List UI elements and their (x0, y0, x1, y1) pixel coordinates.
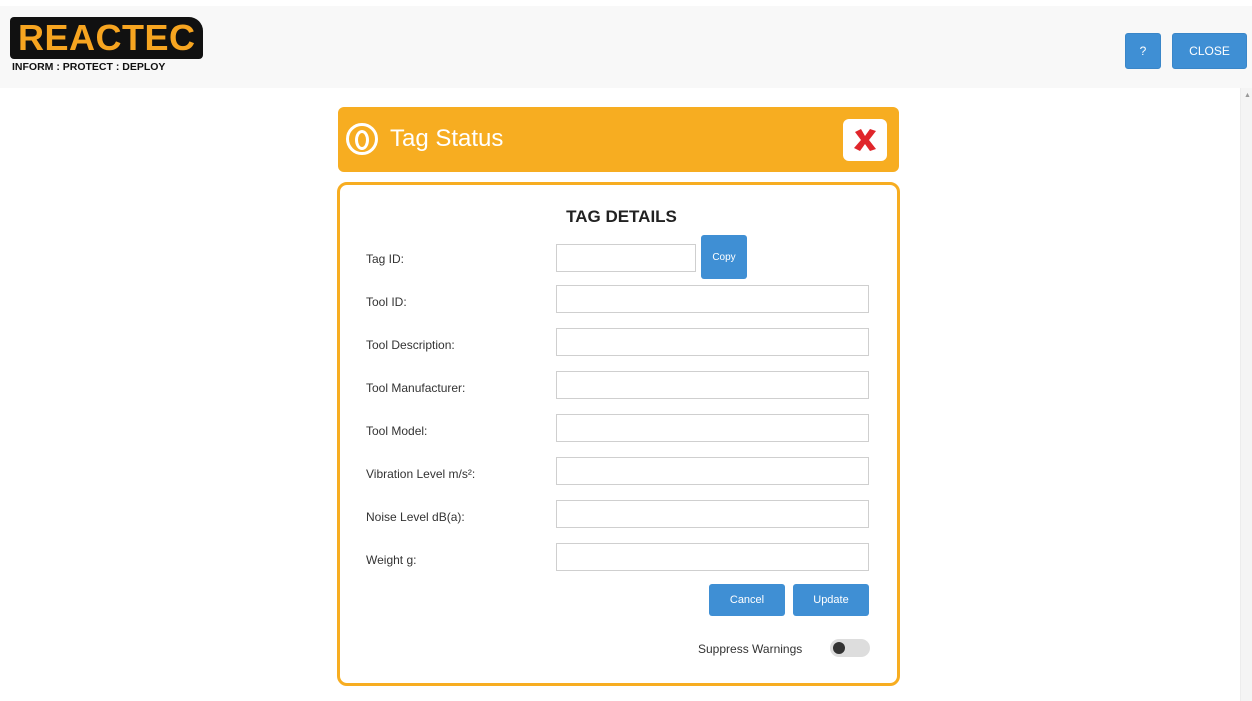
top-bar: REACTEC INFORM : PROTECT : DEPLOY ? CLOS… (0, 6, 1252, 88)
vibration-level-label: Vibration Level m/s²: (366, 467, 476, 481)
tool-model-input[interactable] (556, 414, 869, 442)
cancel-button[interactable]: Cancel (709, 584, 785, 616)
tool-manufacturer-input[interactable] (556, 371, 869, 399)
tag-status-header: Tag Status (338, 107, 899, 172)
suppress-warnings-label: Suppress Warnings (698, 642, 803, 656)
close-x-icon (854, 129, 876, 151)
logo-text: REACTEC (18, 17, 196, 58)
tag-id-label: Tag ID: (366, 252, 405, 266)
tool-description-input[interactable] (556, 328, 869, 356)
dismiss-panel-button[interactable] (843, 119, 887, 161)
tool-manufacturer-label: Tool Manufacturer: (366, 381, 466, 395)
weight-label: Weight g: (366, 553, 417, 567)
toggle-knob (833, 642, 845, 654)
tag-id-input[interactable] (556, 244, 696, 272)
tool-model-label: Tool Model: (366, 424, 428, 438)
panel-title: Tag Status (390, 125, 504, 152)
vibration-level-input[interactable] (556, 457, 869, 485)
suppress-warnings-toggle[interactable] (830, 639, 870, 657)
tag-details-panel: TAG DETAILS Tag ID: Copy Tool ID: Tool D… (337, 182, 900, 686)
tool-id-input[interactable] (556, 285, 869, 313)
tool-id-label: Tool ID: (366, 295, 407, 309)
tag-icon (346, 123, 378, 155)
help-button[interactable]: ? (1125, 33, 1161, 69)
reactec-logo: REACTEC INFORM : PROTECT : DEPLOY (10, 17, 203, 75)
page-scrollbar[interactable]: ▲ (1240, 88, 1252, 701)
noise-level-label: Noise Level dB(a): (366, 510, 465, 524)
logo-tagline: INFORM : PROTECT : DEPLOY (12, 61, 166, 73)
tool-description-label: Tool Description: (366, 338, 455, 352)
noise-level-input[interactable] (556, 500, 869, 528)
weight-input[interactable] (556, 543, 869, 571)
logo-badge: REACTEC (10, 17, 203, 59)
copy-button[interactable]: Copy (701, 235, 747, 279)
scroll-up-arrow-icon[interactable]: ▲ (1244, 92, 1251, 99)
update-button[interactable]: Update (793, 584, 869, 616)
section-title: TAG DETAILS (566, 207, 677, 226)
close-button[interactable]: CLOSE (1172, 33, 1247, 69)
